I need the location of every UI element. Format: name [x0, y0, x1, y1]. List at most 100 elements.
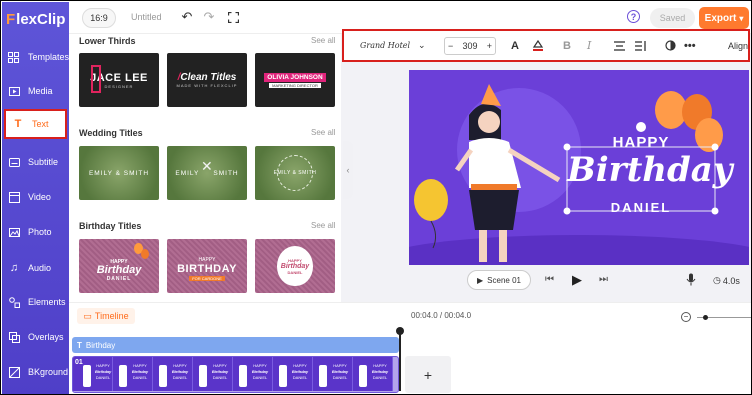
increase-size-button[interactable]: +	[487, 41, 492, 51]
line-spacing-icon[interactable]	[635, 31, 647, 60]
clip-frame: HAPPY Birthday DANIEL	[153, 357, 193, 391]
media-icon	[8, 85, 20, 97]
section-title-wedding: Wedding Titles	[79, 128, 143, 138]
export-button[interactable]: Export ▾	[699, 7, 749, 29]
zoom-handle[interactable]	[703, 315, 708, 320]
undo-icon[interactable]: ↶	[179, 9, 195, 25]
saved-status-button[interactable]: Saved	[650, 8, 695, 28]
sidebar-item-label: Templates	[27, 52, 69, 62]
italic-icon[interactable]: I	[587, 31, 591, 60]
more-options-icon[interactable]: •••	[684, 31, 696, 60]
lower-third-template-2[interactable]: /Clean Titles MADE WITH FLEXCLIP	[167, 53, 247, 107]
fullscreen-icon[interactable]	[225, 9, 241, 25]
sidebar-item-text[interactable]: T Text	[4, 109, 67, 139]
stage-text-line1[interactable]: HAPPY	[567, 134, 715, 151]
stage-text-line3[interactable]: DANIEL	[567, 200, 715, 215]
clip-frame: HAPPY Birthday DANIEL	[113, 357, 153, 391]
text-icon: T	[77, 340, 82, 350]
zoom-slider[interactable]: −	[681, 311, 751, 323]
previous-scene-icon[interactable]: ⏮	[545, 274, 554, 285]
microphone-icon[interactable]	[686, 273, 696, 289]
text-toolbar: Grand Hotel ⌄ − 309 + A B I ••• Align	[342, 29, 750, 62]
scene-controls: ▶ Scene 01 ⏮ ▶ ⏭ ◷ 4.0s	[409, 267, 749, 295]
video-icon	[8, 191, 20, 203]
balloon-decoration	[141, 249, 149, 259]
video-track-clip[interactable]: 01 HAPPY Birthday DANIEL HAPPY Birthday DANI…	[72, 356, 399, 393]
clip-frame: HAPPY Birthday DANIEL	[233, 357, 273, 391]
play-icon[interactable]: ▶	[572, 272, 582, 288]
help-icon[interactable]: ?	[627, 10, 640, 23]
chevron-down-icon: ▾	[739, 13, 744, 23]
sidebar-item-overlays[interactable]: Overlays	[2, 322, 69, 352]
play-icon: ▶	[477, 275, 484, 285]
stage-text-line2[interactable]: Birthday	[567, 150, 733, 190]
font-family-select[interactable]: Grand Hotel	[360, 31, 410, 60]
sidebar: FlexClip Templates Media T Text Subtitle…	[2, 2, 69, 394]
balloon-decoration: HAPPY Birthday DANIEL	[277, 246, 313, 286]
highlight-color-icon[interactable]	[532, 31, 544, 60]
aspect-ratio-button[interactable]: 16:9	[82, 8, 116, 28]
sidebar-item-elements[interactable]: Elements	[2, 287, 69, 317]
playhead[interactable]	[399, 329, 401, 391]
font-size-value[interactable]: 309	[462, 41, 477, 51]
photo-icon	[8, 226, 20, 238]
timeline-tab[interactable]: ▭ Timeline	[77, 308, 135, 324]
sidebar-item-templates[interactable]: Templates	[2, 42, 69, 72]
text-track-label: Birthday	[85, 340, 116, 350]
flexclip-logo[interactable]: FlexClip	[2, 2, 69, 36]
sidebar-item-media[interactable]: Media	[2, 76, 69, 106]
subtitle-icon	[8, 156, 20, 168]
birthday-template-1[interactable]: HAPPY Birthday DANIEL	[79, 239, 159, 293]
clip-frame: HAPPY Birthday DANIEL	[353, 357, 393, 391]
text-color-icon[interactable]: A	[511, 31, 519, 60]
opacity-icon[interactable]	[665, 31, 676, 60]
sidebar-item-bkground[interactable]: BKground	[2, 357, 69, 387]
add-scene-button[interactable]: +	[405, 356, 451, 393]
redo-icon[interactable]: ↷	[201, 9, 217, 25]
next-scene-icon[interactable]: ⏭	[599, 274, 608, 285]
flexclip-editor: FlexClip Templates Media T Text Subtitle…	[0, 0, 752, 395]
scene-duration[interactable]: ◷ 4.0s	[713, 275, 740, 286]
video-preview-canvas[interactable]: HAPPY Birthday DANIEL	[409, 70, 749, 265]
sidebar-item-photo[interactable]: Photo	[2, 217, 69, 247]
font-size-stepper[interactable]: − 309 +	[444, 37, 496, 55]
sidebar-item-subtitle[interactable]: Subtitle	[2, 147, 69, 177]
template-sub-text: DESIGNER	[104, 83, 134, 89]
sidebar-item-label: Photo	[28, 227, 52, 237]
template-line3: DANIEL	[287, 269, 303, 275]
sidebar-item-audio[interactable]: ♫ Audio	[2, 253, 69, 283]
lower-third-template-3[interactable]: OLIVIA JOHNSON MARKETING DIRECTOR	[255, 53, 335, 107]
sidebar-item-label: Video	[28, 192, 51, 202]
section-title-birthday: Birthday Titles	[79, 221, 142, 231]
overlays-icon	[8, 331, 20, 343]
decrease-size-button[interactable]: −	[448, 41, 453, 51]
bold-icon[interactable]: B	[563, 31, 571, 60]
see-all-lower-thirds[interactable]: See all	[311, 36, 335, 45]
sidebar-item-label: Text	[32, 119, 49, 129]
wedding-template-2[interactable]: ✕ EMILY SMITH	[167, 146, 247, 200]
sidebar-item-label: Audio	[28, 263, 52, 273]
collapse-panel-handle[interactable]: ‹	[343, 141, 353, 199]
birthday-template-3[interactable]: HAPPY Birthday DANIEL	[255, 239, 335, 293]
zoom-out-icon[interactable]: −	[681, 312, 691, 322]
text-icon: T	[14, 118, 22, 130]
scene-play-button[interactable]: ▶ Scene 01	[467, 270, 531, 290]
audio-icon: ♫	[9, 262, 19, 274]
align-center-icon[interactable]	[614, 31, 625, 60]
wedding-template-1[interactable]: EMILY & SMITH	[79, 146, 159, 200]
template-line3: DANIEL	[106, 275, 132, 282]
lower-third-template-1[interactable]: JACE LEE DESIGNER	[79, 53, 159, 107]
template-line2: Birthday	[96, 263, 142, 276]
birthday-template-2[interactable]: HAPPY BIRTHDAY FOR CARDONE	[167, 239, 247, 293]
wedding-template-3[interactable]: EMILY & SMITH	[255, 146, 335, 200]
project-title[interactable]: Untitled	[131, 12, 162, 22]
text-track-clip[interactable]: T Birthday	[72, 337, 399, 353]
chevron-left-icon: ‹	[346, 165, 350, 175]
chevron-down-icon[interactable]: ⌄	[418, 31, 426, 60]
see-all-birthday[interactable]: See all	[311, 221, 335, 230]
see-all-wedding[interactable]: See all	[311, 128, 335, 137]
sidebar-item-label: Media	[28, 86, 53, 96]
sidebar-item-video[interactable]: Video	[2, 182, 69, 212]
align-menu-button[interactable]: Align	[728, 31, 748, 60]
frame-decoration	[91, 65, 101, 93]
